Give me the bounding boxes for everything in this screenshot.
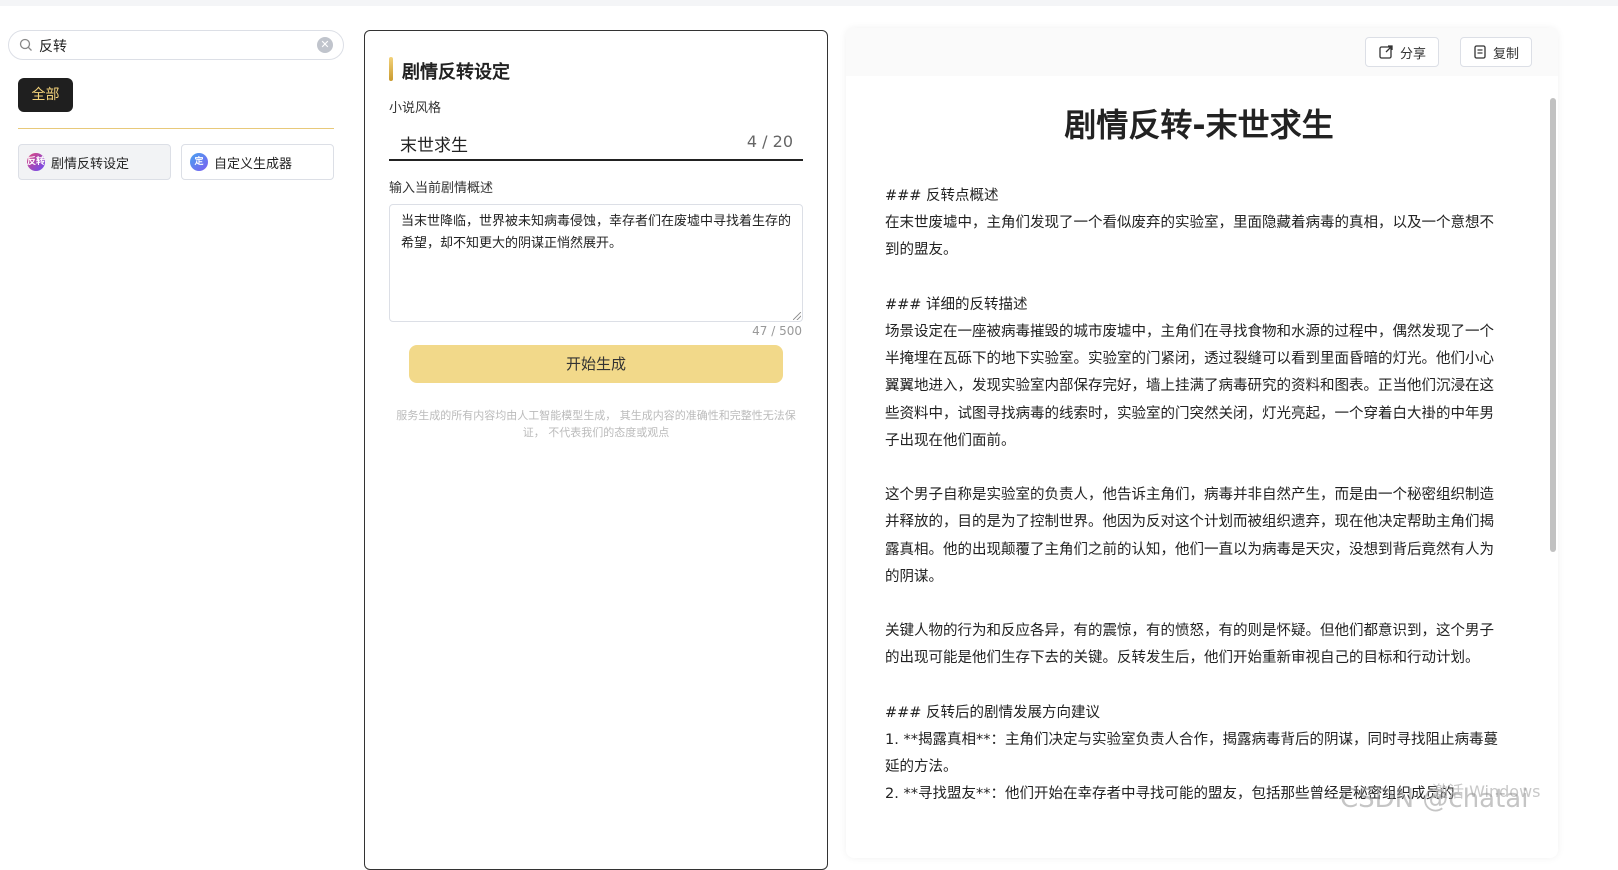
top-border xyxy=(0,0,1618,6)
style-input[interactable]: 末世求生 4 / 20 xyxy=(389,123,803,161)
summary-textarea[interactable]: 当末世降临，世界被未知病毒侵蚀，幸存者们在废墟中寻找着生存的希望，却不知更大的阴… xyxy=(389,204,803,322)
copy-label: 复制 xyxy=(1493,46,1520,62)
tool-label: 自定义生成器 xyxy=(214,156,293,172)
result-paragraph: 关键人物的行为和反应各异，有的震惊，有的愤怒，有的则是怀疑。但他们都意识到，这个… xyxy=(885,623,1494,667)
tool-card-custom-generator[interactable]: 定 自定义生成器 xyxy=(181,144,334,180)
category-all-button[interactable]: 全部 xyxy=(18,78,73,112)
share-icon xyxy=(1379,45,1393,59)
title-accent-bar xyxy=(389,57,393,81)
result-heading: ### 反转点概述 xyxy=(885,188,999,204)
result-panel: 分享 复制 剧情反转-末世求生 ### 反转点概述在末世废墟中，主角们发现了一个… xyxy=(846,28,1558,858)
result-paragraph: 场景设定在一座被病毒摧毁的城市废墟中，主角们在寻找食物和水源的过程中，偶然发现了… xyxy=(885,324,1494,449)
form-title: 剧情反转设定 xyxy=(402,62,510,83)
custom-generator-icon: 定 xyxy=(190,153,208,171)
search-box[interactable]: ✕ xyxy=(8,30,344,60)
search-icon xyxy=(19,38,32,51)
csdn-watermark: CSDN @chatai xyxy=(1340,784,1529,814)
form-panel: 剧情反转设定 小说风格 末世求生 4 / 20 输入当前剧情概述 当末世降临，世… xyxy=(364,30,828,870)
result-heading: ### 反转后的剧情发展方向建议 xyxy=(885,704,1101,721)
style-input-value: 末世求生 xyxy=(400,136,468,156)
style-char-count: 4 / 20 xyxy=(746,132,793,151)
search-input[interactable] xyxy=(37,35,311,57)
plot-twist-icon: 反转 xyxy=(27,153,45,171)
clear-icon[interactable]: ✕ xyxy=(317,37,333,53)
style-label: 小说风格 xyxy=(389,101,442,116)
result-content: ### 反转点概述在末世废墟中，主角们发现了一个看似废弃的实验室，里面隐藏着病毒… xyxy=(885,183,1507,809)
copy-icon xyxy=(1474,45,1486,59)
resize-handle[interactable] xyxy=(793,312,801,320)
disclaimer-text: 服务生成的所有内容均由人工智能模型生成， 其生成内容的准确性和完整性无法保证， … xyxy=(396,409,796,439)
result-paragraph: 在末世废墟中，主角们发现了一个看似废弃的实验室，里面隐藏着病毒的真相，以及一个意… xyxy=(885,215,1494,259)
result-toolbar xyxy=(846,28,1558,76)
tool-card-plot-twist[interactable]: 反转 剧情反转设定 xyxy=(18,144,171,180)
result-paragraph: 这个男子自称是实验室的负责人，他告诉主角们，病毒并非自然产生，而是由一个秘密组织… xyxy=(885,487,1494,585)
result-title: 剧情反转-末世求生 xyxy=(1064,106,1334,144)
summary-char-count: 47 / 500 xyxy=(752,324,802,338)
result-paragraph: 1. **揭露真相**：主角们决定与实验室负责人合作，揭露病毒背后的阴谋，同时寻… xyxy=(885,732,1498,776)
copy-button[interactable]: 复制 xyxy=(1460,37,1533,67)
category-divider xyxy=(18,128,334,129)
share-label: 分享 xyxy=(1400,46,1427,62)
result-heading: ### 详细的反转描述 xyxy=(885,296,1028,313)
tool-label: 剧情反转设定 xyxy=(51,156,130,172)
summary-text: 当末世降临，世界被未知病毒侵蚀，幸存者们在废墟中寻找着生存的希望，却不知更大的阴… xyxy=(401,214,792,251)
summary-label: 输入当前剧情概述 xyxy=(389,181,494,196)
scrollbar-thumb[interactable] xyxy=(1550,98,1556,552)
generate-button[interactable]: 开始生成 xyxy=(409,345,783,383)
share-button[interactable]: 分享 xyxy=(1365,37,1440,67)
